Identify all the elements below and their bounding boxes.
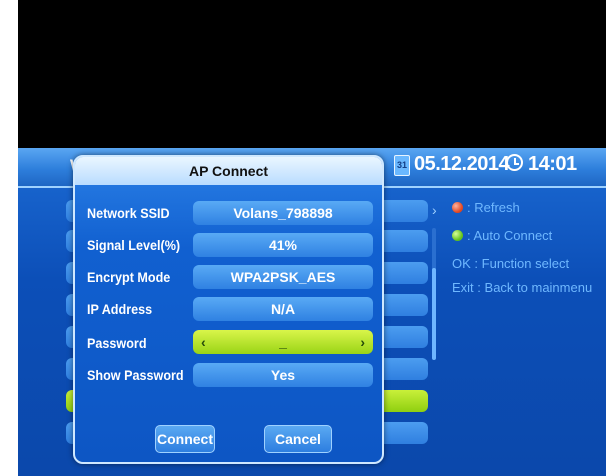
network-ssid-value[interactable]: Volans_798898 <box>193 201 373 225</box>
red-dot-icon <box>452 202 463 213</box>
show-password-value[interactable]: Yes <box>193 363 373 387</box>
help-key: OK <box>452 256 471 271</box>
show-password-label: Show Password <box>87 367 184 383</box>
password-field[interactable]: ‹ _ › <box>193 330 373 354</box>
help-label: : Function select <box>474 256 570 271</box>
password-label: Password <box>87 335 147 351</box>
chevron-right-icon: › <box>432 202 437 218</box>
help-back: Exit : Back to mainmenu <box>452 280 592 295</box>
encrypt-mode-value[interactable]: WPA2PSK_AES <box>193 265 373 289</box>
tv-screen: W 31 05.12.2014 14:01 › : Refresh : Auto… <box>18 0 606 476</box>
signal-level-value[interactable]: 41% <box>193 233 373 257</box>
help-auto-connect: : Auto Connect <box>452 228 552 243</box>
help-refresh: : Refresh <box>452 200 520 215</box>
chevron-left-icon[interactable]: ‹ <box>201 330 206 354</box>
green-dot-icon <box>452 230 463 241</box>
chevron-right-icon[interactable]: › <box>360 330 365 354</box>
network-ssid-label: Network SSID <box>87 205 170 221</box>
help-function-select: OK : Function select <box>452 256 569 271</box>
ip-address-label: IP Address <box>87 301 153 317</box>
help-label: : Refresh <box>467 200 520 215</box>
password-value: _ <box>279 334 287 350</box>
scrollbar-thumb[interactable] <box>432 268 436 360</box>
calendar-icon: 31 <box>394 155 410 176</box>
clock-icon <box>506 154 523 171</box>
help-key: Exit <box>452 280 474 295</box>
cancel-button[interactable]: Cancel <box>264 425 332 453</box>
date-display: 05.12.2014 <box>414 153 510 175</box>
time-display: 14:01 <box>528 153 577 175</box>
ip-address-value[interactable]: N/A <box>193 297 373 321</box>
help-label: : Auto Connect <box>467 228 553 243</box>
signal-level-label: Signal Level(%) <box>87 237 181 253</box>
dialog-title: AP Connect <box>188 163 269 179</box>
connect-button[interactable]: Connect <box>155 425 215 453</box>
encrypt-mode-label: Encrypt Mode <box>87 269 171 285</box>
help-label: : Back to mainmenu <box>477 280 593 295</box>
ap-connect-dialog: AP Connect Network SSID Volans_798898 Si… <box>73 155 384 464</box>
